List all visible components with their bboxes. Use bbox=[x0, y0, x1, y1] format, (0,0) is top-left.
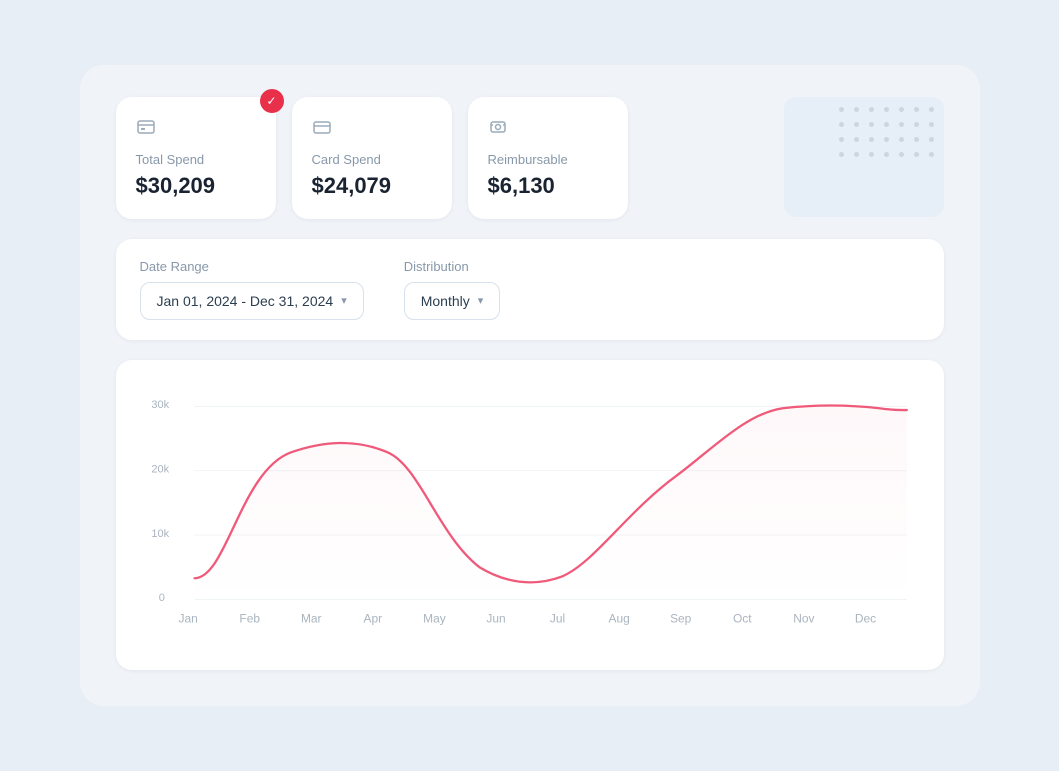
date-range-group: Date Range Jan 01, 2024 - Dec 31, 2024 ▾ bbox=[140, 259, 364, 320]
dot bbox=[869, 152, 874, 157]
dot bbox=[929, 152, 934, 157]
x-label-apr: Apr bbox=[363, 611, 382, 625]
y-label-10k: 10k bbox=[151, 528, 169, 540]
dot bbox=[869, 137, 874, 142]
reimbursable-icon bbox=[488, 117, 604, 142]
x-label-jan: Jan bbox=[178, 611, 197, 625]
dot bbox=[899, 122, 904, 127]
card-spend-card[interactable]: Card Spend $24,079 bbox=[292, 97, 452, 219]
x-label-oct: Oct bbox=[733, 611, 752, 625]
dot bbox=[929, 107, 934, 112]
total-spend-icon bbox=[136, 117, 252, 142]
dot bbox=[884, 137, 889, 142]
x-label-dec: Dec bbox=[854, 611, 875, 625]
x-label-feb: Feb bbox=[239, 611, 260, 625]
dot bbox=[929, 137, 934, 142]
x-label-aug: Aug bbox=[608, 611, 629, 625]
chart-fill bbox=[194, 405, 906, 599]
dot bbox=[929, 122, 934, 127]
chart-card: 30k 20k 10k 0 Jan Feb Mar Apr May Jun Ju… bbox=[116, 360, 944, 670]
distribution-value: Monthly bbox=[421, 293, 470, 309]
x-label-nov: Nov bbox=[793, 611, 814, 625]
date-range-label: Date Range bbox=[140, 259, 364, 274]
dot bbox=[914, 107, 919, 112]
dot bbox=[854, 107, 859, 112]
x-label-jun: Jun bbox=[486, 611, 505, 625]
dot bbox=[854, 152, 859, 157]
dot bbox=[869, 122, 874, 127]
reimbursable-value: $6,130 bbox=[488, 173, 604, 199]
spend-chart: 30k 20k 10k 0 Jan Feb Mar Apr May Jun Ju… bbox=[144, 388, 916, 645]
card-spend-icon bbox=[312, 117, 428, 142]
x-label-mar: Mar bbox=[300, 611, 321, 625]
dot bbox=[884, 107, 889, 112]
distribution-label: Distribution bbox=[404, 259, 501, 274]
dot bbox=[899, 107, 904, 112]
dot bbox=[884, 152, 889, 157]
dot bbox=[899, 137, 904, 142]
chevron-down-icon: ▾ bbox=[478, 294, 484, 307]
chevron-down-icon: ▾ bbox=[341, 294, 347, 307]
card-spend-value: $24,079 bbox=[312, 173, 428, 199]
dot bbox=[854, 122, 859, 127]
date-range-value: Jan 01, 2024 - Dec 31, 2024 bbox=[157, 293, 334, 309]
y-label-30k: 30k bbox=[151, 399, 169, 411]
dot bbox=[839, 137, 844, 142]
distribution-group: Distribution Monthly ▾ bbox=[404, 259, 501, 320]
y-label-0: 0 bbox=[158, 592, 164, 604]
date-range-select[interactable]: Jan 01, 2024 - Dec 31, 2024 ▾ bbox=[140, 282, 364, 320]
stats-section: ✓ Total Spend $30,209 Card Spend $24,079 bbox=[116, 97, 944, 219]
dot bbox=[839, 107, 844, 112]
filter-panel: Date Range Jan 01, 2024 - Dec 31, 2024 ▾… bbox=[116, 239, 944, 340]
dot bbox=[854, 137, 859, 142]
reimbursable-label: Reimbursable bbox=[488, 152, 604, 167]
dot bbox=[884, 122, 889, 127]
x-label-may: May bbox=[423, 611, 446, 625]
total-spend-value: $30,209 bbox=[136, 173, 252, 199]
dot bbox=[899, 152, 904, 157]
dot bbox=[839, 152, 844, 157]
dot bbox=[914, 122, 919, 127]
y-label-20k: 20k bbox=[151, 463, 169, 475]
dashboard-container: ✓ Total Spend $30,209 Card Spend $24,079 bbox=[80, 65, 980, 706]
x-label-jul: Jul bbox=[549, 611, 564, 625]
dot bbox=[914, 137, 919, 142]
dot bbox=[869, 107, 874, 112]
active-badge: ✓ bbox=[260, 89, 284, 113]
dot bbox=[839, 122, 844, 127]
total-spend-card[interactable]: ✓ Total Spend $30,209 bbox=[116, 97, 276, 219]
dot bbox=[914, 152, 919, 157]
reimbursable-card[interactable]: Reimbursable $6,130 bbox=[468, 97, 628, 219]
distribution-select[interactable]: Monthly ▾ bbox=[404, 282, 501, 320]
total-spend-label: Total Spend bbox=[136, 152, 252, 167]
card-spend-label: Card Spend bbox=[312, 152, 428, 167]
x-label-sep: Sep bbox=[670, 611, 692, 625]
